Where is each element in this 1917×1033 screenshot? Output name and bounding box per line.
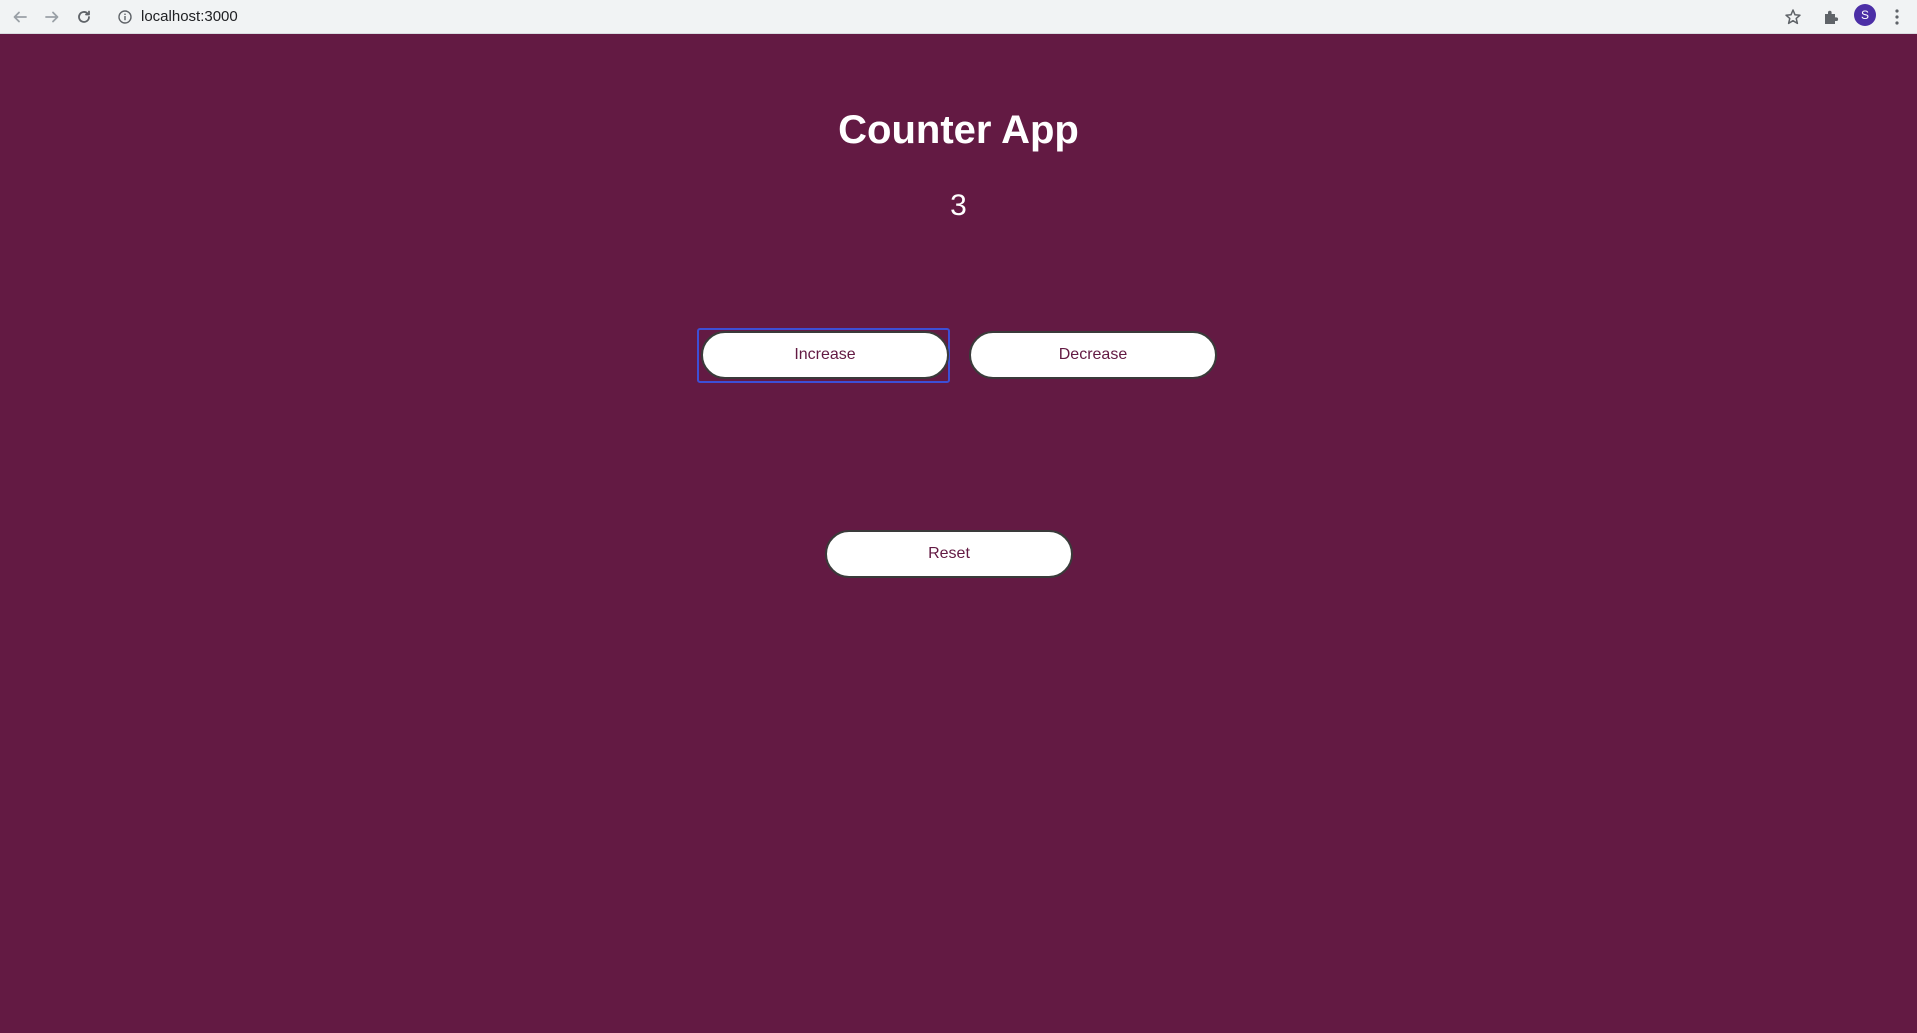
browser-toolbar: localhost:3000 S	[0, 0, 1917, 34]
reload-icon	[78, 10, 90, 23]
decrease-button[interactable]: Decrease	[969, 331, 1217, 379]
browser-menu-button[interactable]	[1886, 4, 1908, 30]
profile-avatar[interactable]: S	[1854, 4, 1876, 26]
puzzle-icon	[1825, 10, 1839, 24]
increase-button[interactable]: Increase	[701, 331, 949, 379]
kebab-menu-icon	[1895, 9, 1899, 25]
star-icon	[1785, 9, 1801, 25]
bookmark-button[interactable]	[1780, 4, 1806, 30]
info-icon[interactable]	[118, 10, 132, 24]
extensions-button[interactable]	[1818, 4, 1844, 30]
address-bar[interactable]: localhost:3000	[106, 2, 1781, 32]
url-text: localhost:3000	[141, 8, 238, 25]
reload-button[interactable]	[70, 3, 98, 31]
counter-value: 3	[950, 189, 967, 222]
arrow-right-icon	[45, 11, 59, 23]
arrow-left-icon	[13, 11, 27, 23]
forward-button[interactable]	[38, 3, 66, 31]
reset-button[interactable]: Reset	[825, 530, 1073, 578]
page-title: Counter App	[838, 108, 1079, 152]
back-button[interactable]	[6, 3, 34, 31]
